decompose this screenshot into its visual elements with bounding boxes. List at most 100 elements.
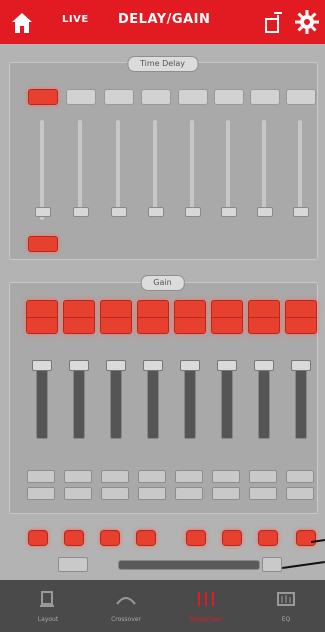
delay-track-ch6[interactable] xyxy=(226,120,230,210)
gain-sub-button2-ch2[interactable] xyxy=(64,487,92,500)
gain-button-bottom xyxy=(27,317,57,334)
gain-button-ch3[interactable] xyxy=(100,300,132,334)
gain-button-ch6[interactable] xyxy=(211,300,243,334)
gain-button-top xyxy=(27,301,57,317)
delay-unit-button-ch3[interactable] xyxy=(104,89,134,105)
annotation-arrow-1 xyxy=(310,539,325,543)
gain-track-ch1[interactable] xyxy=(36,365,48,439)
gain-sub-button-ch4[interactable] xyxy=(138,470,166,483)
gain-button-ch1[interactable] xyxy=(26,300,58,334)
gain-knob-ch1[interactable] xyxy=(32,360,52,371)
gain-tab[interactable]: Gain xyxy=(140,275,185,291)
delay-track-ch2[interactable] xyxy=(78,120,82,210)
gain-sub-button-ch7[interactable] xyxy=(249,470,277,483)
delay-unit-button-ch5[interactable] xyxy=(178,89,208,105)
delay-knob-ch7[interactable] xyxy=(257,207,273,217)
channel-toggle-ch1[interactable] xyxy=(28,530,48,546)
delay-track-ch3[interactable] xyxy=(116,120,120,210)
gain-knob-ch4[interactable] xyxy=(143,360,163,371)
gain-button-ch5[interactable] xyxy=(174,300,206,334)
tab-crossover[interactable]: Crossover xyxy=(96,580,156,632)
channel-toggle-ch2[interactable] xyxy=(64,530,84,546)
delay-track-ch1[interactable] xyxy=(40,120,44,220)
tab-eq[interactable]: EQ xyxy=(256,580,316,632)
time-delay-tab[interactable]: Time Delay xyxy=(126,56,199,72)
delay-knob-ch6[interactable] xyxy=(221,207,237,217)
gain-track-ch2[interactable] xyxy=(73,365,85,439)
gain-sub-button2-ch4[interactable] xyxy=(138,487,166,500)
delay-track-ch7[interactable] xyxy=(262,120,266,210)
gain-button-ch2[interactable] xyxy=(63,300,95,334)
delay-gain-icon xyxy=(196,590,216,608)
delay-unit-button-ch8[interactable] xyxy=(286,89,316,105)
delay-unit-button-ch2[interactable] xyxy=(66,89,96,105)
gain-sub-button-ch1[interactable] xyxy=(27,470,55,483)
gain-knob-ch3[interactable] xyxy=(106,360,126,371)
gain-sub-button2-ch6[interactable] xyxy=(212,487,240,500)
gain-track-ch6[interactable] xyxy=(221,365,233,439)
page-title: DELAY/GAIN xyxy=(118,12,211,27)
gain-knob-ch6[interactable] xyxy=(217,360,237,371)
tab-layout[interactable]: Layout xyxy=(18,580,78,632)
delay-knob-ch4[interactable] xyxy=(148,207,164,217)
top-bar: LIVE DELAY/GAIN xyxy=(0,0,325,44)
tab-delay-gain[interactable]: Delay/Gain xyxy=(176,580,236,632)
gain-button-top xyxy=(64,301,94,317)
gain-track-ch4[interactable] xyxy=(147,365,159,439)
home-icon[interactable] xyxy=(9,10,35,36)
gain-button-bottom xyxy=(249,317,279,334)
tab-label: Delay/Gain xyxy=(189,616,223,623)
gain-sub-button2-ch1[interactable] xyxy=(27,487,55,500)
channel-toggle-ch8[interactable] xyxy=(296,530,316,546)
master-value xyxy=(262,557,282,572)
gain-sub-button2-ch5[interactable] xyxy=(175,487,203,500)
gear-icon[interactable] xyxy=(294,9,320,35)
gain-button-ch7[interactable] xyxy=(248,300,280,334)
delay-knob-ch5[interactable] xyxy=(185,207,201,217)
gain-button-bottom xyxy=(64,317,94,334)
gain-sub-button2-ch7[interactable] xyxy=(249,487,277,500)
gain-button-top xyxy=(249,301,279,317)
channel-toggle-ch7[interactable] xyxy=(258,530,278,546)
delay-knob-ch8[interactable] xyxy=(293,207,309,217)
delay-track-ch8[interactable] xyxy=(298,120,302,210)
delay-reset-button-ch1[interactable] xyxy=(28,236,58,252)
gain-knob-ch8[interactable] xyxy=(291,360,311,371)
delay-track-ch5[interactable] xyxy=(190,120,194,210)
gain-sub-button-ch8[interactable] xyxy=(286,470,314,483)
delay-track-ch4[interactable] xyxy=(153,120,157,210)
gain-sub-button2-ch8[interactable] xyxy=(286,487,314,500)
delay-unit-button-ch6[interactable] xyxy=(214,89,244,105)
delay-unit-button-ch4[interactable] xyxy=(141,89,171,105)
gain-knob-ch5[interactable] xyxy=(180,360,200,371)
gain-button-ch4[interactable] xyxy=(137,300,169,334)
mode-label: LIVE xyxy=(62,14,89,25)
delay-knob-ch3[interactable] xyxy=(111,207,127,217)
gain-sub-button2-ch3[interactable] xyxy=(101,487,129,500)
tab-label: Layout xyxy=(37,616,59,623)
gain-track-ch8[interactable] xyxy=(295,365,307,439)
gain-sub-button-ch6[interactable] xyxy=(212,470,240,483)
gain-track-ch7[interactable] xyxy=(258,365,270,439)
tab-label: Crossover xyxy=(111,616,141,623)
delay-knob-ch2[interactable] xyxy=(73,207,89,217)
gain-track-ch5[interactable] xyxy=(184,365,196,439)
delay-unit-button-ch7[interactable] xyxy=(250,89,280,105)
gain-button-ch8[interactable] xyxy=(285,300,317,334)
gain-sub-button-ch2[interactable] xyxy=(64,470,92,483)
gain-sub-button-ch5[interactable] xyxy=(175,470,203,483)
channel-toggle-ch4[interactable] xyxy=(136,530,156,546)
channel-toggle-ch5[interactable] xyxy=(186,530,206,546)
gain-knob-ch7[interactable] xyxy=(254,360,274,371)
master-slider-track[interactable] xyxy=(118,560,260,570)
master-button[interactable] xyxy=(58,557,88,572)
gain-button-top xyxy=(286,301,316,317)
channel-toggle-ch3[interactable] xyxy=(100,530,120,546)
gain-track-ch3[interactable] xyxy=(110,365,122,439)
delay-knob-ch1[interactable] xyxy=(35,207,51,217)
gain-knob-ch2[interactable] xyxy=(69,360,89,371)
gain-sub-button-ch3[interactable] xyxy=(101,470,129,483)
document-icon[interactable] xyxy=(262,9,284,35)
delay-unit-button-ch1[interactable] xyxy=(28,89,58,105)
channel-toggle-ch6[interactable] xyxy=(222,530,242,546)
